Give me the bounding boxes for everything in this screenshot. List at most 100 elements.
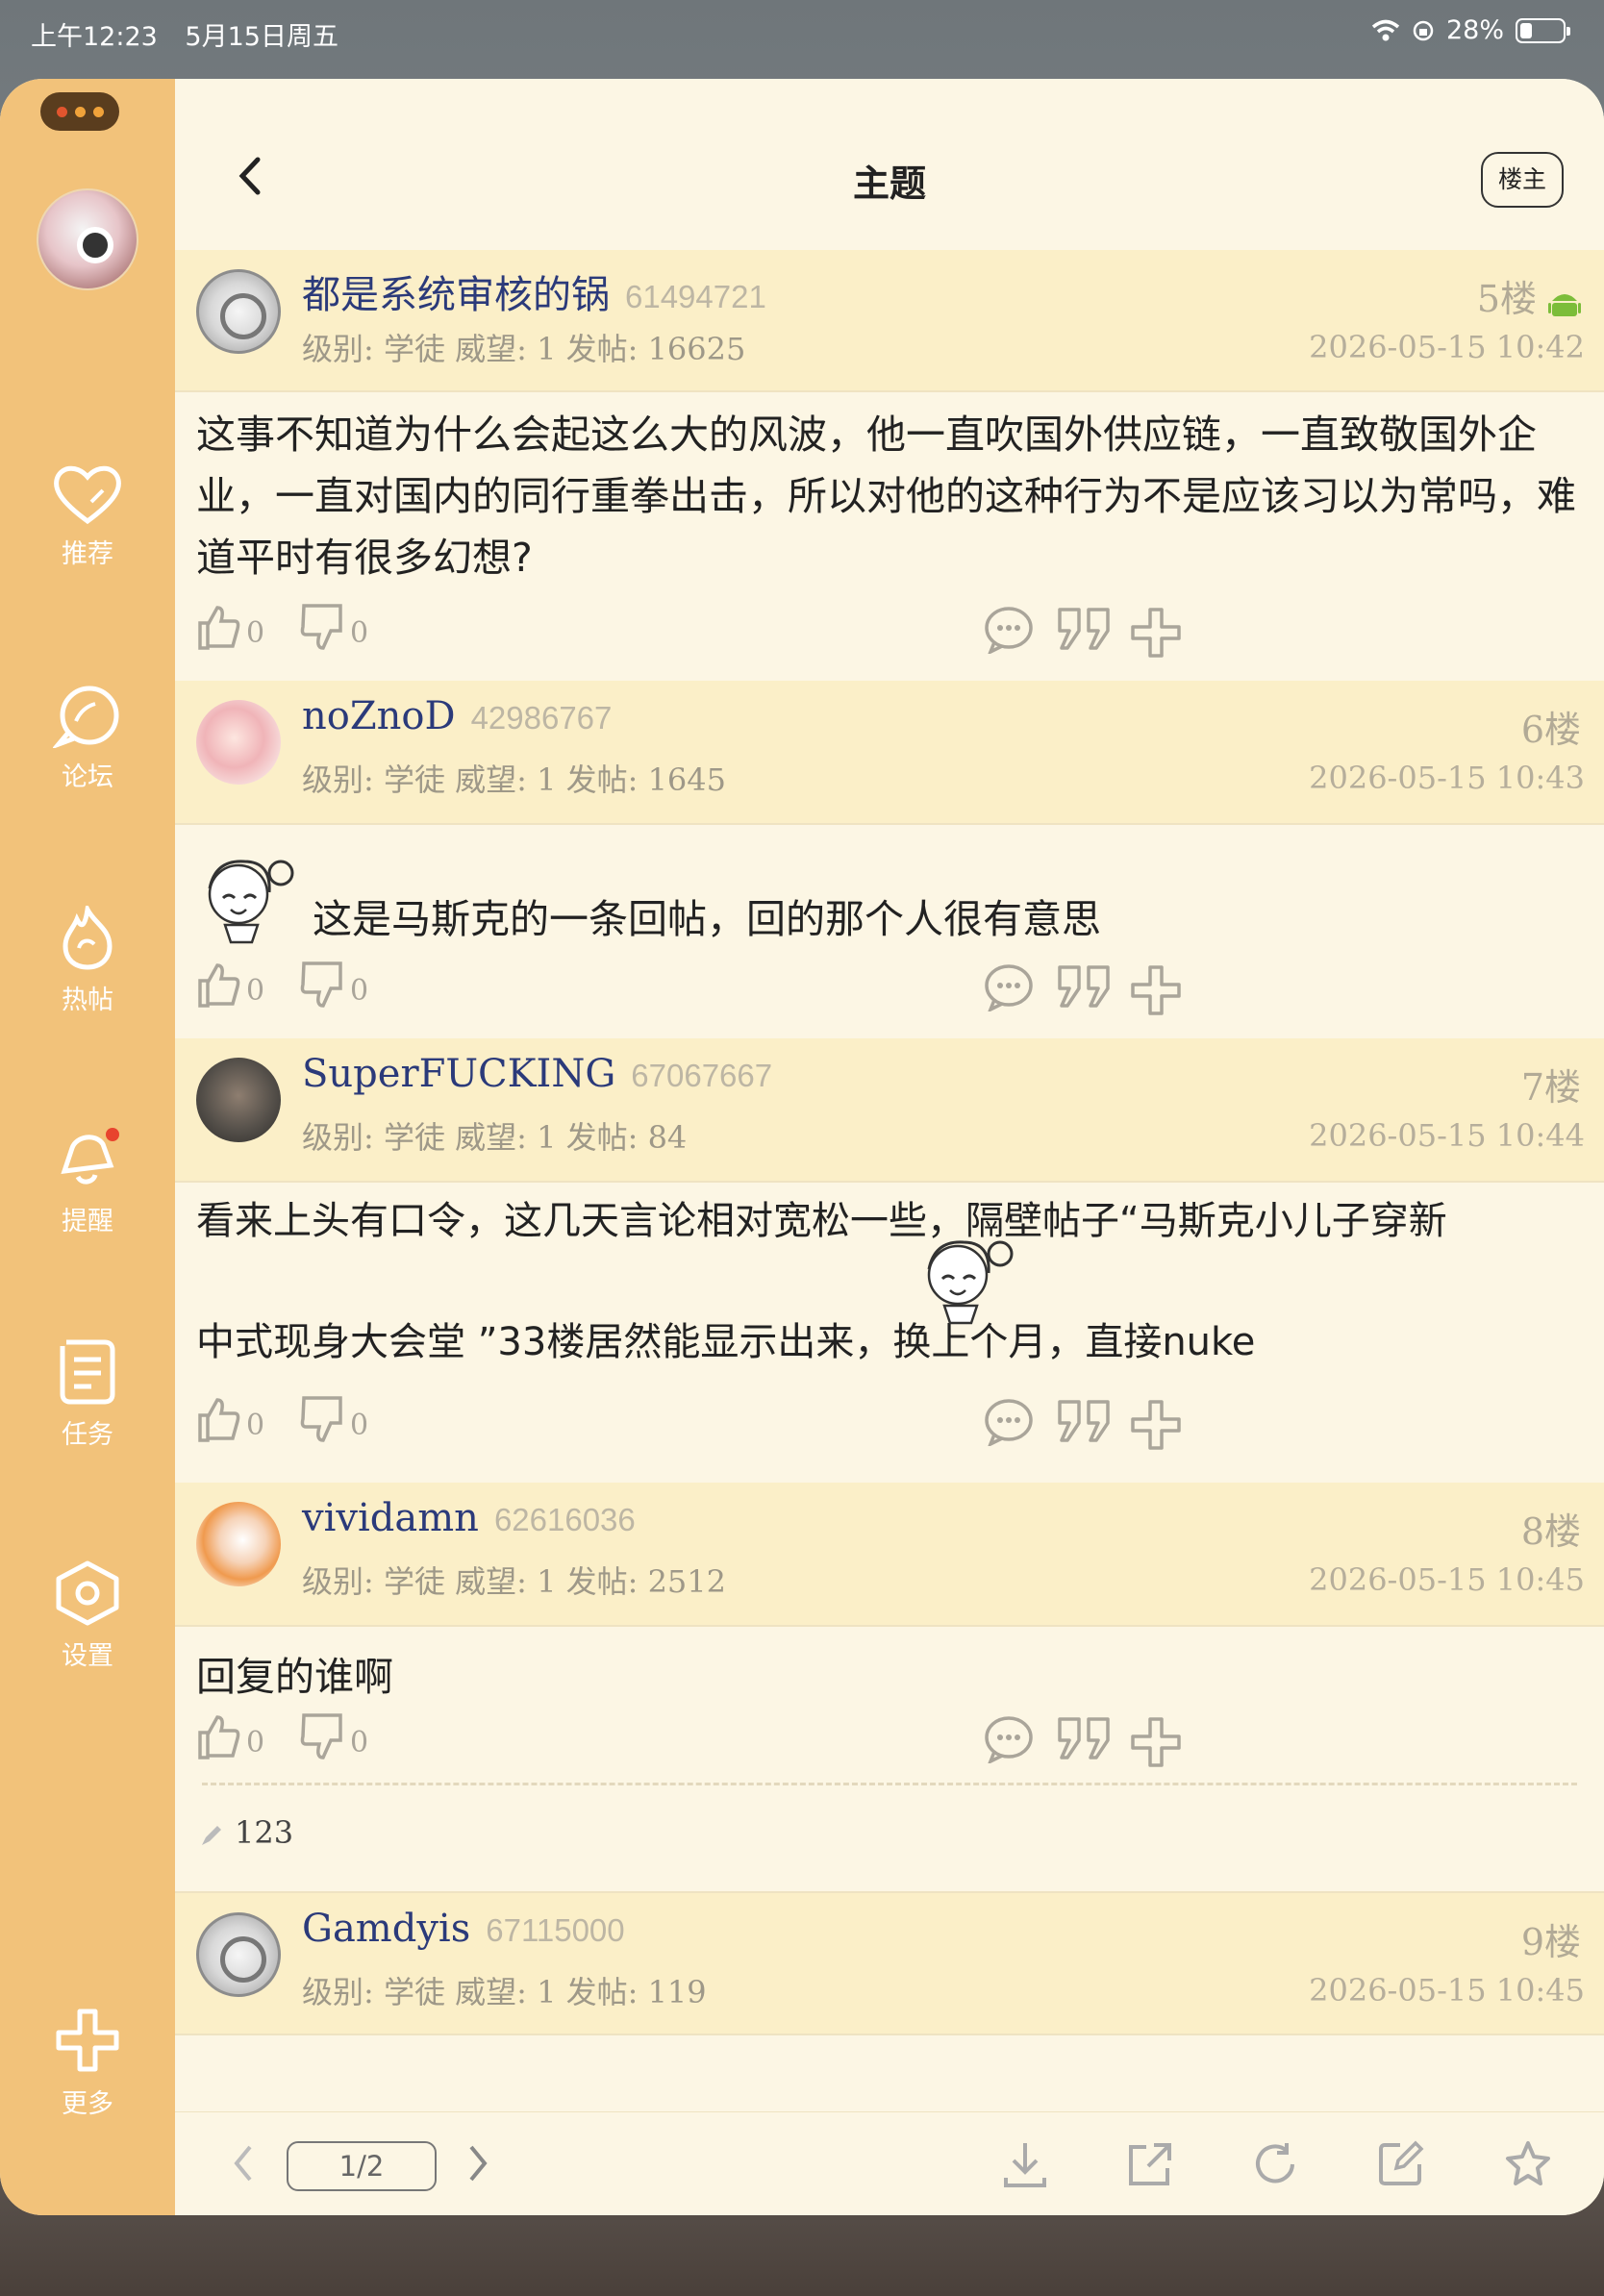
post-content: 这是马斯克的一条回帖，回的那个人很有意思	[175, 825, 1604, 946]
user-meta: 级别: 学徒 威望: 1 发帖: 2512	[302, 1563, 727, 1600]
dislike-button[interactable]: 0	[300, 961, 368, 1008]
avatar[interactable]	[196, 269, 281, 354]
quote-icon[interactable]	[1056, 963, 1112, 1011]
post-list[interactable]: 都是系统审核的锅 61494721 级别: 学徒 威望: 1 发帖: 16625 …	[175, 250, 1604, 2111]
post-time: 2026-05-15 10:42	[1309, 329, 1585, 365]
comment-icon[interactable]	[983, 1715, 1035, 1763]
prev-page-icon[interactable]	[229, 2139, 258, 2187]
thumbs-down-icon	[300, 1396, 342, 1442]
next-page-icon[interactable]	[464, 2139, 492, 2187]
user-meta: 级别: 学徒 威望: 1 发帖: 84	[302, 1119, 688, 1156]
quote-icon[interactable]	[1056, 1398, 1112, 1446]
avatar[interactable]	[196, 1058, 281, 1142]
post-text: 这是马斯克的一条回帖，回的那个人很有意思	[313, 896, 1102, 942]
user-id: 42986767	[470, 700, 613, 736]
download-icon[interactable]	[1000, 2139, 1050, 2189]
favorite-star-icon[interactable]	[1502, 2139, 1554, 2189]
post-text: 中式现身大会堂 ”33楼居然能显示出来，换上个月，直接nuke	[196, 1320, 1256, 1364]
sidebar-item-settings[interactable]: 设置	[0, 1560, 175, 1672]
dislike-button[interactable]: 0	[300, 1396, 368, 1442]
edit-note-text: 123	[235, 1814, 294, 1851]
floor-number: 9楼	[1520, 1921, 1581, 1963]
sidebar-item-hot[interactable]: 热帖	[0, 906, 175, 1016]
main-content: 主题 楼主 都是系统审核的锅 61494721 级别: 学徒 威望: 1 发帖: …	[175, 79, 1604, 2215]
post-header: 都是系统审核的锅 61494721 级别: 学徒 威望: 1 发帖: 16625 …	[175, 250, 1604, 392]
refresh-icon[interactable]	[1250, 2139, 1300, 2189]
android-icon	[1548, 293, 1581, 316]
user-avatar[interactable]	[37, 188, 138, 290]
more-actions-icon[interactable]	[1129, 606, 1183, 660]
status-bar: 上午12:23 5月15日周五 28%	[0, 0, 1604, 69]
thumbs-up-icon	[198, 1715, 240, 1759]
chat-bubble-icon	[53, 686, 119, 748]
like-button[interactable]: 0	[196, 1396, 264, 1442]
orientation-lock-icon	[1413, 20, 1434, 40]
post-actions: 0 0	[175, 1708, 1604, 1783]
post-header: vividamn 62616036 级别: 学徒 威望: 1 发帖: 2512 8…	[175, 1483, 1604, 1627]
comment-icon[interactable]	[983, 606, 1035, 654]
battery-percent: 28%	[1445, 15, 1504, 45]
sticker-image	[208, 860, 294, 944]
more-actions-icon[interactable]	[1129, 963, 1183, 1017]
comment-icon[interactable]	[983, 1398, 1035, 1446]
sidebar-item-forum[interactable]: 论坛	[0, 685, 175, 793]
sidebar-item-label: 论坛	[62, 762, 113, 792]
post-content: 这事不知道为什么会起这么大的风波，他一直吹国外供应链，一直致敬国外企业，一直对国…	[175, 392, 1604, 588]
more-actions-icon[interactable]	[1129, 1398, 1183, 1452]
sidebar-item-remind[interactable]: 提醒	[0, 1125, 175, 1237]
like-button[interactable]: 0	[196, 1713, 264, 1759]
settings-hexagon-icon	[56, 1560, 119, 1626]
username[interactable]: 都是系统审核的锅 61494721	[302, 263, 766, 319]
user-meta: 级别: 学徒 威望: 1 发帖: 1645	[302, 761, 727, 798]
window-controls-button[interactable]	[40, 92, 119, 131]
sidebar-item-recommend[interactable]: 推荐	[0, 463, 175, 570]
avatar[interactable]	[196, 700, 281, 785]
status-date: 5月15日周五	[185, 22, 338, 52]
floor-number: 5楼	[1477, 269, 1581, 322]
avatar[interactable]	[196, 1912, 281, 1997]
more-actions-icon[interactable]	[1129, 1715, 1183, 1769]
dislike-button[interactable]: 0	[300, 604, 368, 650]
floor-number: 6楼	[1520, 709, 1581, 751]
user-id: 61494721	[625, 279, 766, 314]
thumbs-up-icon	[198, 1398, 240, 1442]
bell-icon	[61, 1128, 119, 1185]
comment-icon[interactable]	[983, 963, 1035, 1011]
floor-number: 8楼	[1520, 1510, 1581, 1553]
post-actions: 0 0	[175, 588, 1604, 681]
dislike-button[interactable]: 0	[300, 1713, 368, 1759]
quote-icon[interactable]	[1056, 1715, 1112, 1763]
sidebar-item-label: 任务	[62, 1420, 113, 1450]
sidebar-item-tasks[interactable]: 任务	[0, 1336, 175, 1451]
sidebar-item-label: 热帖	[62, 986, 113, 1015]
sidebar-item-label: 更多	[62, 2089, 113, 2119]
sidebar-item-more[interactable]: 更多	[0, 2006, 175, 2120]
heart-icon	[54, 465, 121, 525]
status-time: 上午12:23	[31, 22, 158, 52]
post-header: SuperFUCKING 67067667 级别: 学徒 威望: 1 发帖: 84…	[175, 1038, 1604, 1183]
page-indicator[interactable]: 1/2	[287, 2141, 437, 2191]
like-button[interactable]: 0	[196, 961, 264, 1008]
username[interactable]: SuperFUCKING 67067667	[302, 1052, 772, 1096]
like-button[interactable]: 0	[196, 604, 264, 650]
task-list-icon	[60, 1339, 115, 1405]
op-only-button[interactable]: 楼主	[1481, 152, 1564, 208]
post-header: Gamdyis 67115000 级别: 学徒 威望: 1 发帖: 119 9楼 …	[175, 1891, 1604, 2035]
thumbs-up-icon	[198, 963, 240, 1008]
bottom-toolbar: 1/2	[175, 2111, 1604, 2215]
plus-icon	[56, 2009, 119, 2072]
username[interactable]: vividamn 62616036	[302, 1496, 636, 1540]
reply-edit-icon[interactable]	[1375, 2139, 1425, 2189]
username[interactable]: Gamdyis 67115000	[302, 1907, 625, 1951]
flame-icon	[63, 906, 113, 970]
quote-icon[interactable]	[1056, 606, 1112, 654]
sticker-image	[927, 1240, 1014, 1325]
share-icon[interactable]	[1125, 2139, 1175, 2189]
app-window: 推荐 论坛 热帖 提醒 任务 设置 更多 主题 楼主 都是系统审核的锅 6149…	[0, 79, 1604, 2215]
edit-note: 123	[175, 1785, 1604, 1891]
avatar[interactable]	[196, 1502, 281, 1586]
thumbs-up-icon	[198, 606, 240, 650]
user-id: 62616036	[493, 1502, 636, 1537]
username[interactable]: noZnoD 42986767	[302, 694, 612, 738]
sidebar-item-label: 设置	[62, 1641, 113, 1671]
